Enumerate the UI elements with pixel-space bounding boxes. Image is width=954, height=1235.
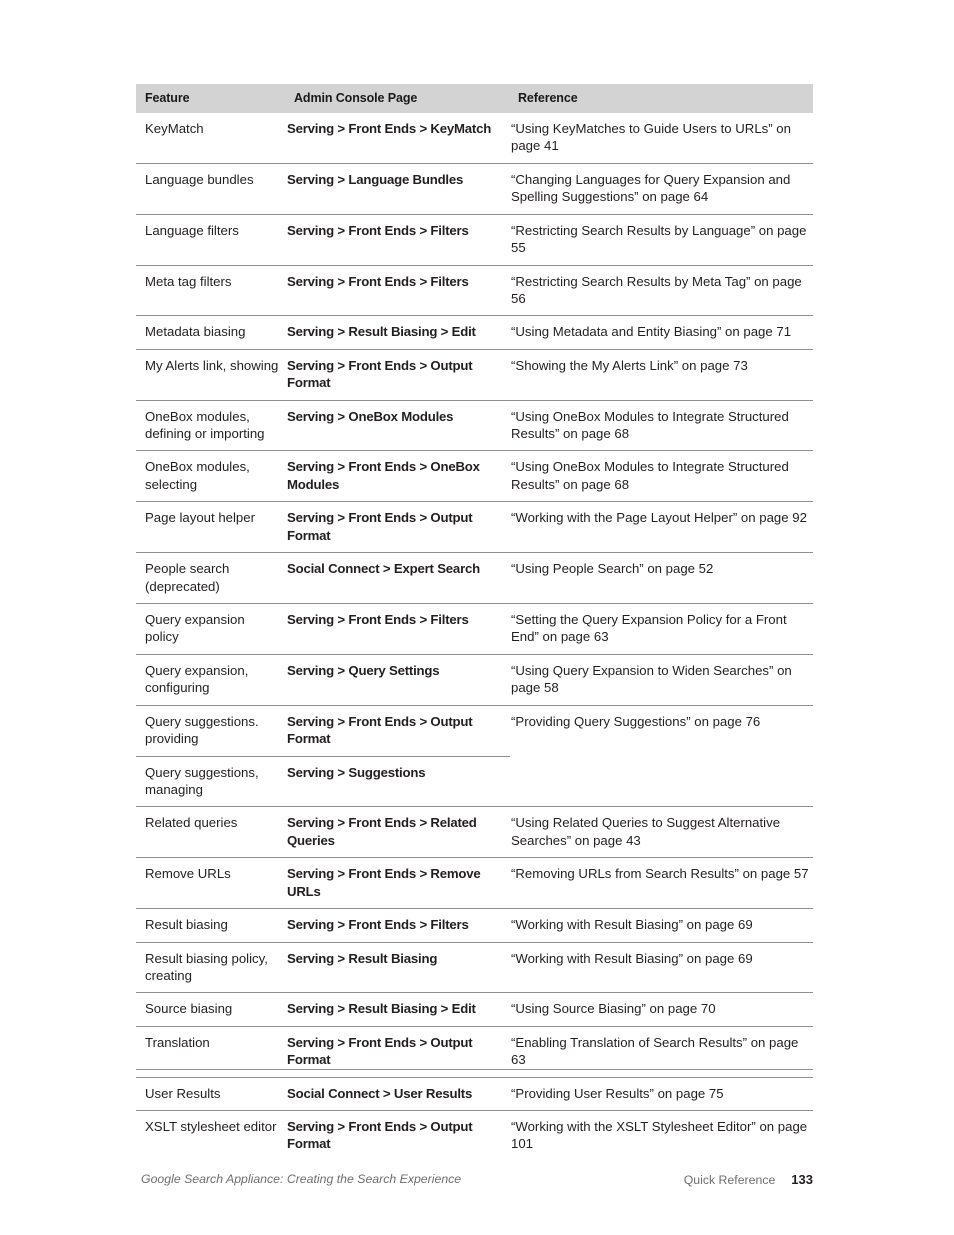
cell-feature: Result biasing policy, creating	[136, 941, 286, 993]
table-row: User Results Social Connect > User Result…	[136, 1076, 813, 1111]
cell-admin-console-page: Serving > Front Ends > Output Format	[286, 348, 510, 401]
table-row: Query suggestions. providing Serving > Fr…	[136, 704, 813, 807]
cell-admin-console-page: Serving > Front Ends > Output Format	[286, 1110, 510, 1161]
cell-admin-console-page: Serving > Front Ends > Remove URLs	[286, 857, 510, 909]
cell-feature: Result biasing	[136, 908, 286, 942]
column-header-reference: Reference	[510, 84, 813, 113]
cell-feature: Meta tag filters	[136, 264, 286, 316]
cell-admin-console-page: Serving > Front Ends > Output Format	[286, 501, 510, 553]
table-row: OneBox modules, defining or importing Ser…	[136, 399, 813, 451]
table-row: Meta tag filters Serving > Front Ends > F…	[136, 264, 813, 316]
cell-reference: “Working with the XSLT Stylesheet Editor…	[510, 1110, 813, 1161]
cell-feature: Page layout helper	[136, 501, 286, 553]
footer-page-number: 133	[791, 1172, 813, 1187]
table-row: Query expansion, configuring Serving > Qu…	[136, 653, 813, 706]
cell-reference: “Providing User Results” on page 75	[510, 1076, 813, 1111]
cell-feature: People search (deprecated)	[136, 552, 286, 604]
cell-admin-console-page: Serving > Result Biasing > Edit	[286, 315, 510, 350]
cell-reference: “Providing Query Suggestions” on page 76	[510, 704, 813, 807]
cell-admin-console-page: Serving > Front Ends > Filters	[286, 213, 510, 266]
cell-admin-console-page: Serving > Front Ends > Filters	[286, 264, 510, 316]
table-row: Source biasing Serving > Result Biasing >…	[136, 992, 813, 1027]
table-body: KeyMatch Serving > Front Ends > KeyMatch “…	[136, 113, 813, 1161]
column-header-admin-console-page: Admin Console Page	[286, 84, 510, 113]
cell-feature: Source biasing	[136, 992, 286, 1027]
table-row: Related queries Serving > Front Ends > Re…	[136, 806, 813, 858]
cell-reference: “Using KeyMatches to Guide Users to URLs…	[511, 121, 791, 154]
cell-reference: “Changing Languages for Query Expansion …	[510, 162, 813, 215]
table-bottom-rule	[136, 1069, 813, 1070]
cell-reference: “Using Metadata and Entity Biasing” on p…	[510, 315, 813, 350]
table-row: Language filters Serving > Front Ends > F…	[136, 213, 813, 266]
cell-feature: Query suggestions, managing	[136, 755, 286, 807]
table-row: KeyMatch Serving > Front Ends > KeyMatch “…	[136, 113, 813, 163]
table-row: Result biasing policy, creating Serving >…	[136, 941, 813, 993]
cell-feature: Remove URLs	[136, 857, 286, 909]
cell-reference: “Using People Search” on page 52	[510, 552, 813, 604]
cell-reference: “Using Related Queries to Suggest Altern…	[510, 806, 813, 858]
footer-right-group: Quick Reference 133	[684, 1172, 813, 1187]
cell-reference: “Showing the My Alerts Link” on page 73	[510, 348, 813, 401]
cell-admin-console-page: Serving > Result Biasing	[286, 941, 510, 993]
cell-reference: “Restricting Search Results by Language”…	[510, 213, 813, 266]
cell-admin-console-page: Serving > Result Biasing > Edit	[286, 992, 510, 1027]
cell-feature: KeyMatch	[145, 121, 204, 136]
cell-reference: “Using OneBox Modules to Integrate Struc…	[510, 399, 813, 451]
table-row: Metadata biasing Serving > Result Biasing…	[136, 315, 813, 350]
cell-reference: “Working with Result Biasing” on page 69	[510, 941, 813, 993]
cell-reference: “Working with Result Biasing” on page 69	[510, 908, 813, 942]
cell-admin-console-page: Serving > Suggestions	[286, 755, 510, 807]
cell-feature: Query expansion policy	[136, 603, 286, 655]
cell-admin-console-page: Serving > Front Ends > OneBox Modules	[286, 450, 510, 502]
cell-reference: “Using OneBox Modules to Integrate Struc…	[510, 450, 813, 502]
cell-feature: XSLT stylesheet editor	[136, 1110, 286, 1161]
cell-feature: Language filters	[136, 213, 286, 266]
cell-admin-console-page: Social Connect > User Results	[286, 1076, 510, 1111]
table-row: My Alerts link, showing Serving > Front E…	[136, 348, 813, 401]
cell-reference: “Working with the Page Layout Helper” on…	[510, 501, 813, 553]
cell-admin-console-page: Serving > Front Ends > Filters	[286, 603, 510, 655]
table-row: Query expansion policy Serving > Front En…	[136, 603, 813, 655]
table-row: Result biasing Serving > Front Ends > Fil…	[136, 908, 813, 942]
footer-section-label: Quick Reference	[683, 1173, 776, 1187]
cell-feature: Language bundles	[136, 162, 286, 215]
cell-admin-console-page: Social Connect > Expert Search	[286, 552, 510, 604]
cell-admin-console-page: Serving > Front Ends > Output Format	[286, 704, 510, 757]
table-row: XSLT stylesheet editor Serving > Front En…	[136, 1110, 813, 1161]
cell-feature: Query expansion, configuring	[136, 653, 286, 706]
quick-reference-table: Feature Admin Console Page Reference Key…	[136, 84, 813, 1161]
cell-reference: “Setting the Query Expansion Policy for …	[510, 603, 813, 655]
cell-feature: Related queries	[136, 806, 286, 858]
table-row: Language bundles Serving > Language Bundl…	[136, 162, 813, 215]
cell-feature: Metadata biasing	[136, 315, 286, 350]
column-header-feature: Feature	[136, 84, 286, 113]
cell-reference: “Using Query Expansion to Widen Searches…	[510, 653, 813, 706]
cell-feature: OneBox modules, defining or importing	[136, 399, 286, 451]
cell-reference: “Restricting Search Results by Meta Tag”…	[510, 264, 813, 316]
cell-feature: Query suggestions. providing	[136, 704, 286, 757]
cell-admin-console-page: Serving > Front Ends > Filters	[286, 908, 510, 942]
table-row: People search (deprecated) Social Connect…	[136, 552, 813, 604]
footer-document-title: Google Search Appliance: Creating the Se…	[141, 1172, 462, 1186]
table-row: OneBox modules, selecting Serving > Front…	[136, 450, 813, 502]
cell-admin-console-page: Serving > Query Settings	[286, 653, 510, 706]
table-row: Page layout helper Serving > Front Ends >…	[136, 501, 813, 553]
cell-reference: “Removing URLs from Search Results” on p…	[510, 857, 813, 909]
table-header-row: Feature Admin Console Page Reference	[136, 84, 813, 113]
cell-reference: “Using Source Biasing” on page 70	[510, 992, 813, 1027]
cell-feature: OneBox modules, selecting	[136, 450, 286, 502]
cell-admin-console-page: Serving > Front Ends > KeyMatch	[287, 121, 492, 136]
cell-admin-console-page: Serving > Language Bundles	[286, 162, 510, 215]
cell-admin-console-page: Serving > OneBox Modules	[286, 399, 510, 451]
cell-feature: My Alerts link, showing	[136, 348, 286, 401]
cell-admin-console-page: Serving > Front Ends > Related Queries	[286, 806, 510, 858]
table-header: Feature Admin Console Page Reference	[136, 84, 813, 113]
table-row: Remove URLs Serving > Front Ends > Remove…	[136, 857, 813, 909]
page-footer: Google Search Appliance: Creating the Se…	[0, 1172, 954, 1192]
document-page: Feature Admin Console Page Reference Key…	[0, 0, 954, 1235]
cell-feature: User Results	[136, 1076, 286, 1111]
